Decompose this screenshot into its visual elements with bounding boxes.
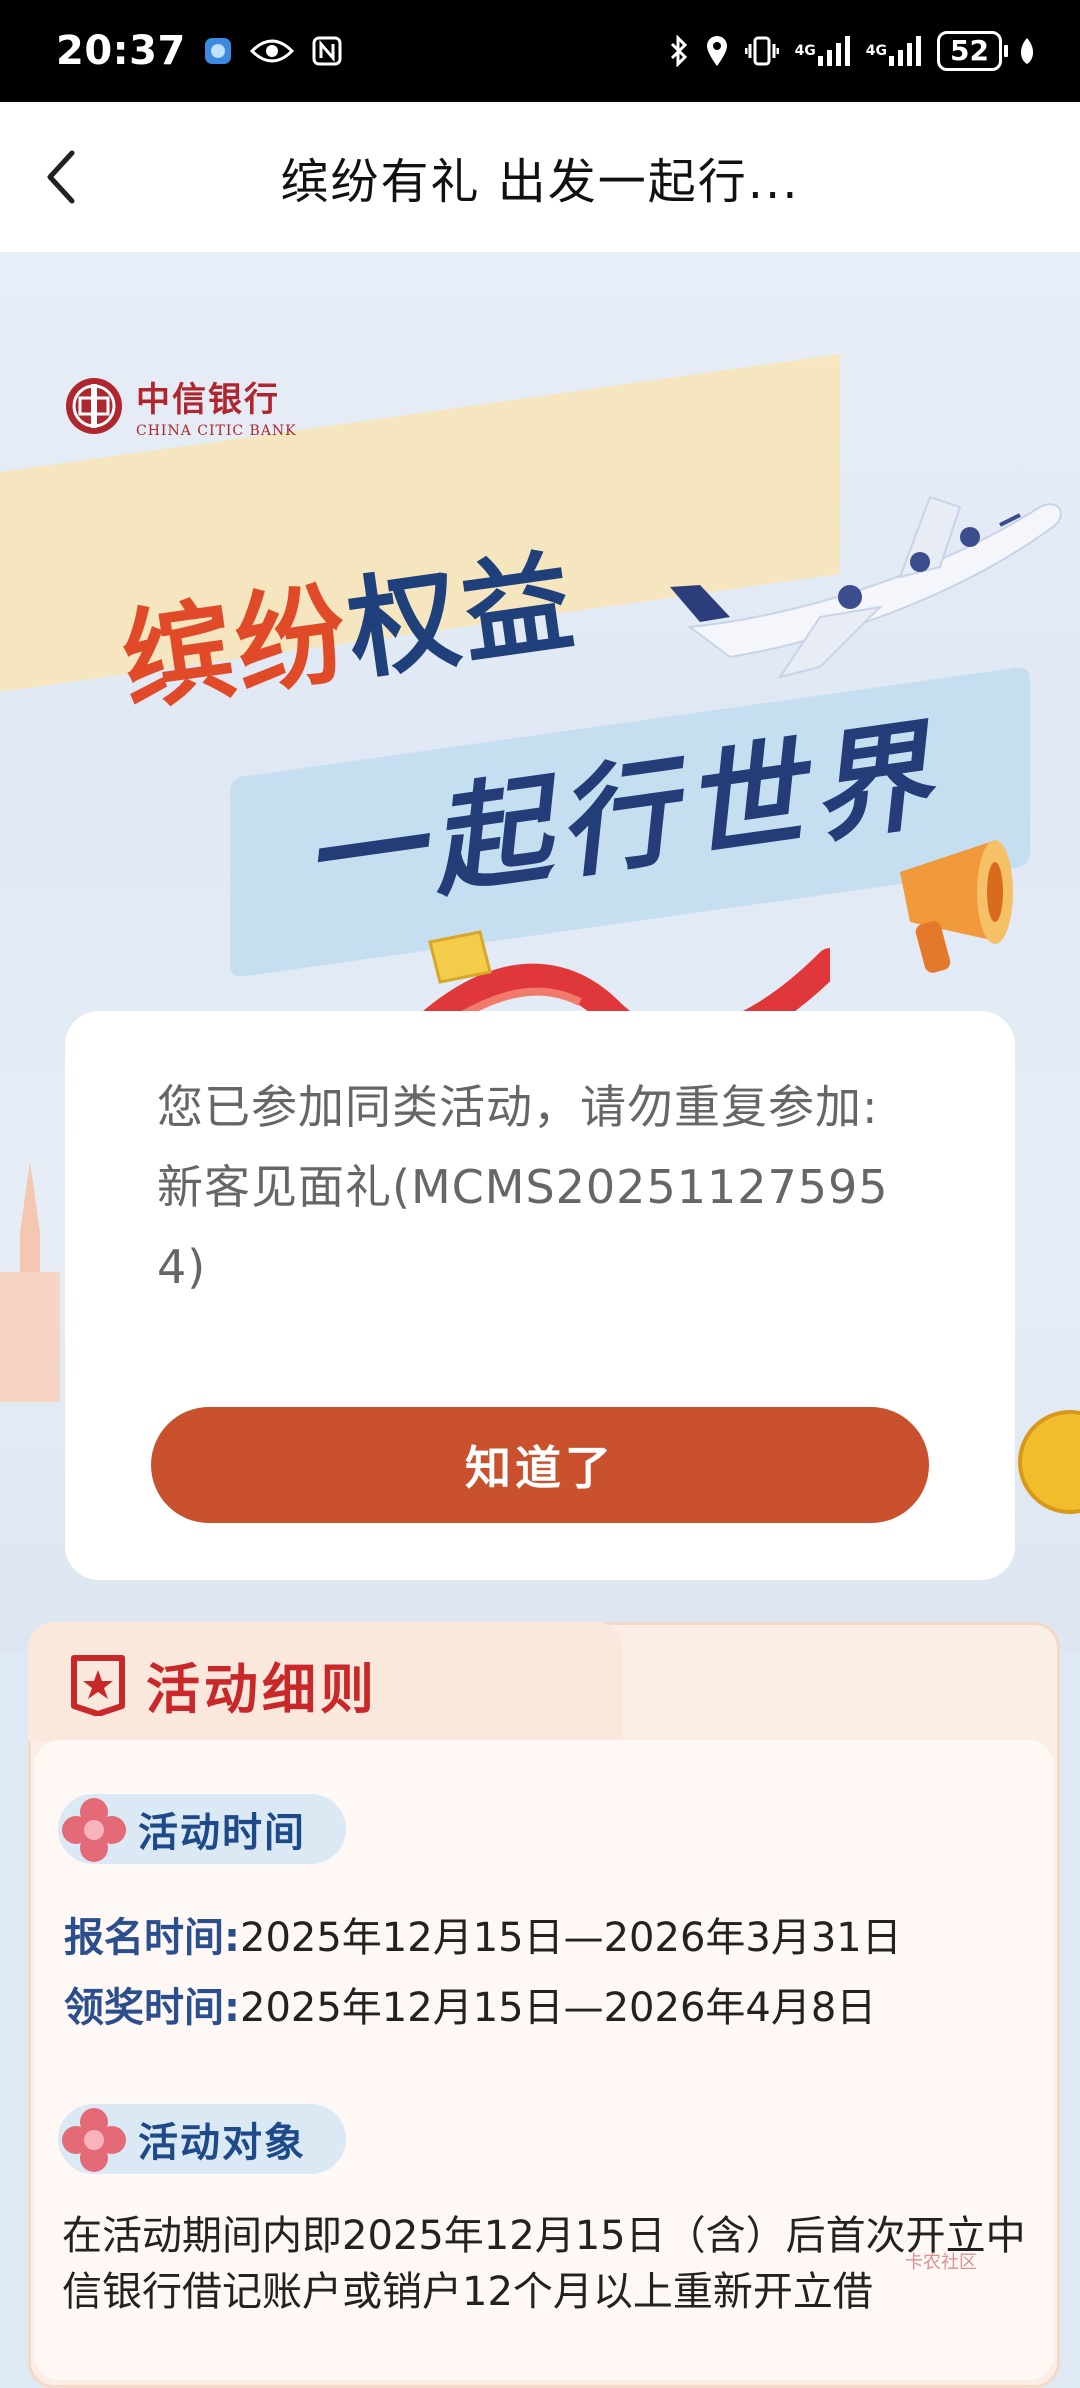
watermark: 卡农社区: [905, 2252, 977, 2273]
section-title-target: 活动对象: [138, 2120, 306, 2166]
eye-icon: [249, 37, 294, 65]
slogan-blue: 权益: [340, 536, 585, 696]
claim-time-key: 领奖时间:: [64, 1985, 240, 2031]
claim-time-value: 2025年12月15日—2026年4月8日: [240, 1985, 877, 2031]
bluetooth-icon: [669, 35, 689, 67]
gold-coin-icon: [1018, 1410, 1080, 1514]
leaf-icon: [1018, 36, 1036, 66]
status-time: 20:37: [56, 28, 186, 74]
signup-time-value: 2025年12月15日—2026年3月31日: [240, 1915, 902, 1961]
coin-icon: [428, 930, 492, 984]
section-pill-time: 活动时间: [58, 1794, 346, 1864]
rules-title: 活动细则: [146, 1658, 378, 1721]
signup-time-line: 报名时间:2025年12月15日—2026年3月31日: [64, 1905, 902, 1963]
page-title: 缤纷有礼 出发一起行...: [280, 154, 800, 210]
battery-indicator: 52: [937, 31, 1008, 71]
flower-icon: [62, 2108, 126, 2172]
flower-icon: [62, 1798, 126, 1862]
slogan-red: 缤纷: [114, 568, 359, 728]
bank-logo: 中信银行 CHINA CITIC BANK: [64, 372, 297, 439]
claim-time-line: 领奖时间:2025年12月15日—2026年4月8日: [64, 1975, 876, 2033]
dialog-message: 您已参加同类活动，请勿重复参加:新客见面礼(MCMS202511275954): [157, 1080, 889, 1294]
rules-header: 活动细则: [70, 1645, 378, 1724]
nav-header: 缤纷有礼 出发一起行...: [0, 102, 1080, 252]
signup-time-key: 报名时间:: [64, 1915, 240, 1961]
app-notification-icon: [204, 37, 232, 65]
bank-name-cn: 中信银行: [136, 380, 280, 420]
ok-button[interactable]: 知道了: [151, 1407, 929, 1523]
section-title-time: 活动时间: [138, 1810, 306, 1856]
location-icon: [705, 35, 729, 67]
citic-logo-icon: [66, 377, 122, 434]
status-bar: 20:37 4G 4G 52: [0, 0, 1080, 102]
airplane-icon: [670, 495, 1062, 679]
alert-dialog: 您已参加同类活动，请勿重复参加:新客见面礼(MCMS202511275954) …: [65, 1011, 1015, 1580]
vibrate-icon: [744, 35, 779, 67]
signal-icon-2: 4G: [866, 36, 922, 66]
section-pill-target: 活动对象: [58, 2104, 346, 2174]
castle-decoration: [0, 1162, 60, 1402]
nfc-icon: [312, 36, 342, 66]
signal-icon-1: 4G: [795, 36, 850, 66]
target-description: 在活动期间内即2025年12月15日（含）后首次开立中信银行借记账户或销户12个…: [62, 2213, 1026, 2315]
bank-name-en: CHINA CITIC BANK: [136, 423, 297, 439]
rules-icon: [71, 1654, 125, 1716]
megaphone-icon: [900, 840, 1013, 973]
